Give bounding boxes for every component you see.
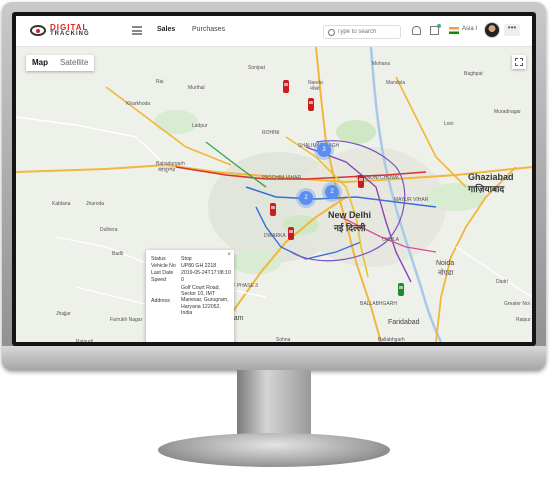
map-place-label: Muradnagar bbox=[494, 109, 521, 115]
popup-value: UP80 GH 2218 bbox=[181, 263, 217, 269]
search-input[interactable] bbox=[337, 27, 397, 37]
cluster-count: 3 bbox=[322, 147, 326, 153]
map-place-label: Pataudi bbox=[76, 339, 93, 342]
monitor-stand-base bbox=[158, 433, 390, 467]
map-place-label: Loni bbox=[444, 121, 454, 127]
monitor-chin bbox=[2, 346, 546, 370]
menu-icon[interactable] bbox=[132, 26, 142, 35]
fullscreen-icon[interactable] bbox=[512, 55, 526, 69]
map-place-label: Mandola bbox=[386, 80, 406, 86]
map-place-label: DWARKA bbox=[264, 233, 286, 239]
popup-key: Last Date bbox=[151, 270, 174, 276]
map-place-label: Jharoda bbox=[86, 201, 105, 207]
popup-key: Speed bbox=[151, 277, 167, 283]
map-place-label: Sohna bbox=[276, 337, 291, 342]
map-place-label: Dulhera bbox=[100, 227, 118, 233]
app-logo[interactable]: DIGITAL TRACKING bbox=[30, 22, 110, 40]
map-place-label: CHANDNI CHOWK bbox=[356, 175, 400, 181]
map-type-map[interactable]: Map bbox=[26, 55, 54, 71]
nav-purchases[interactable]: Purchases bbox=[192, 26, 225, 33]
map-place-label: Rai bbox=[156, 79, 164, 85]
map-place-label: Badli bbox=[112, 251, 124, 257]
map-place-label: OKHLA bbox=[382, 237, 399, 243]
more-icon[interactable]: ••• bbox=[504, 24, 520, 36]
flag-icon[interactable] bbox=[449, 27, 459, 34]
cluster-marker[interactable]: 2 bbox=[299, 191, 313, 205]
map-place-label: Faridabad bbox=[388, 319, 420, 326]
park-area bbox=[154, 110, 198, 134]
avatar[interactable] bbox=[484, 22, 500, 38]
eye-logo-icon bbox=[30, 25, 46, 36]
map-place-label: Sonipat bbox=[248, 65, 265, 71]
map-place-label: नरेला bbox=[310, 86, 320, 92]
urban-area bbox=[296, 147, 446, 267]
map-place-label: Jhajjar bbox=[56, 311, 71, 317]
map-place-label: Greater Noi bbox=[504, 301, 530, 307]
map-type-toggle[interactable]: Map Satellite bbox=[26, 55, 95, 71]
map-place-label: Kharkhoda bbox=[126, 101, 151, 107]
popup-key: Status bbox=[151, 256, 166, 262]
app-screen: DIGITAL TRACKING Sales Purchases Asia I … bbox=[16, 16, 532, 342]
map-place-label: नोएडा bbox=[438, 270, 454, 277]
top-navbar: DIGITAL TRACKING Sales Purchases Asia I … bbox=[16, 16, 532, 47]
map-place-label: Dadri bbox=[496, 279, 508, 285]
nav-sales[interactable]: Sales bbox=[157, 26, 175, 33]
map-place-label: Raipur bbox=[516, 317, 531, 323]
map-place-label: MAYUR VIHAR bbox=[394, 197, 429, 203]
monitor-neck bbox=[237, 370, 311, 438]
popup-value: Golf Court Road, Sector 10, IMT Manesar,… bbox=[181, 285, 229, 316]
mail-icon[interactable] bbox=[430, 24, 441, 35]
map-place-label: Ladpur bbox=[192, 123, 208, 129]
map-view[interactable]: Map Satellite New Delhi नई दिल्ली Ghaziaba… bbox=[16, 47, 532, 342]
map-place-label: PASCHIM VIHAR bbox=[262, 175, 302, 181]
map-type-satellite[interactable]: Satellite bbox=[54, 55, 94, 71]
search-box[interactable] bbox=[323, 25, 401, 39]
map-place-label: Ghaziabad bbox=[468, 172, 514, 182]
popup-value: 2019-05-24T17:08:10 bbox=[181, 270, 231, 276]
cluster-count: 2 bbox=[304, 195, 308, 201]
logo-text-line2: TRACKING bbox=[50, 31, 90, 37]
cluster-marker[interactable]: 2 bbox=[325, 185, 339, 199]
popup-value: Stop bbox=[181, 256, 192, 262]
map-place-label: बहादुरगढ़ bbox=[158, 167, 176, 173]
map-place-label: Kablana bbox=[52, 201, 71, 207]
map-place-label: ROHINI bbox=[262, 130, 280, 136]
popup-key: Vehicle No bbox=[151, 263, 176, 269]
map-place-label: Farrukh Nagar bbox=[110, 317, 143, 323]
map-place-label: Noida bbox=[436, 260, 455, 267]
map-canvas bbox=[16, 47, 532, 342]
bell-icon[interactable] bbox=[412, 26, 421, 35]
map-place-label: Murthal bbox=[188, 85, 205, 91]
monitor-frame: DIGITAL TRACKING Sales Purchases Asia I … bbox=[2, 2, 546, 370]
map-place-label: Mohana bbox=[372, 61, 391, 67]
map-place-label: BALLABHGARH bbox=[360, 301, 397, 307]
cluster-marker[interactable]: 3 bbox=[317, 143, 331, 157]
park-area bbox=[336, 120, 376, 144]
park-area bbox=[231, 250, 281, 274]
map-place-label: New Delhi bbox=[328, 210, 372, 220]
map-place-label: Ballabhgarh bbox=[378, 337, 405, 342]
map-place-label: गाज़ियाबाद bbox=[468, 184, 505, 194]
language-selector[interactable]: Asia I bbox=[462, 26, 477, 32]
popup-key: Address bbox=[151, 298, 171, 304]
cluster-count: 2 bbox=[330, 189, 334, 195]
map-place-label: नई दिल्ली bbox=[334, 223, 366, 233]
popup-value: 0 bbox=[181, 277, 184, 283]
map-place-label: Baghpat bbox=[464, 71, 483, 77]
search-icon bbox=[328, 29, 335, 36]
vehicle-info-popup: × Status Stop Vehicle No UP80 GH 2218 La… bbox=[146, 250, 234, 342]
